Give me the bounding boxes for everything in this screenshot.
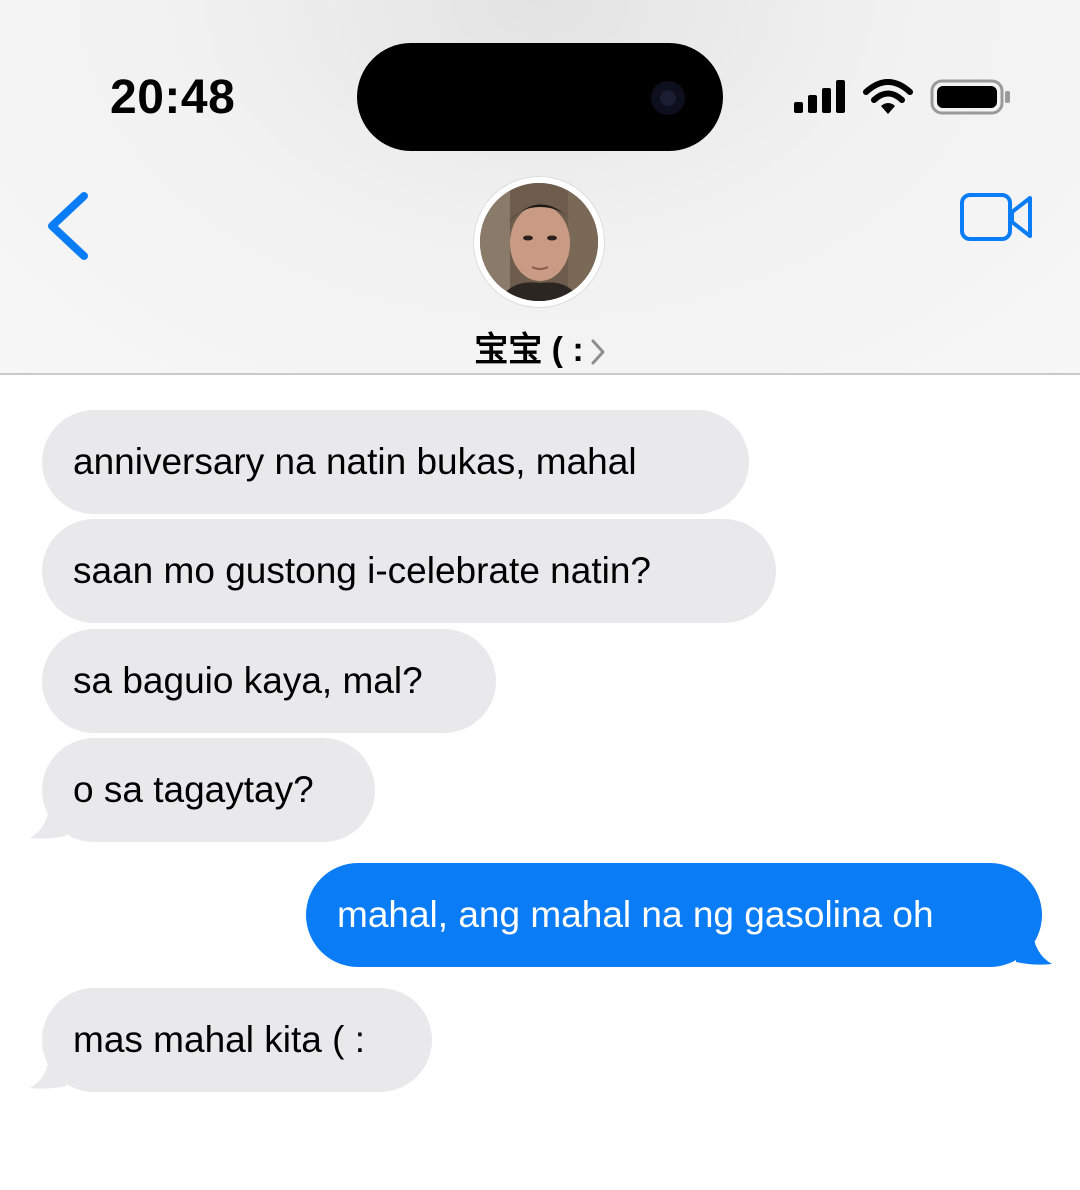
- dynamic-island: [357, 43, 723, 151]
- status-icons: [794, 79, 1010, 115]
- incoming-message[interactable]: mas mahal kita ( :: [42, 988, 432, 1092]
- incoming-message[interactable]: anniversary na natin bukas, mahal: [42, 410, 749, 514]
- avatar-photo: [480, 183, 598, 301]
- message-text: mas mahal kita ( :: [73, 1019, 365, 1060]
- contact-name: 宝宝 ( :: [474, 331, 584, 369]
- signal-icon: [794, 80, 845, 113]
- back-chevron-icon[interactable]: [40, 188, 100, 268]
- battery-icon: [930, 79, 1010, 115]
- conversation-header: 20:48 宝宝 (:: [0, 0, 1080, 375]
- message-text: saan mo gustong i-celebrate natin?: [73, 550, 651, 591]
- outgoing-message[interactable]: mahal, ang mahal na ng gasolina oh: [306, 863, 1042, 967]
- incoming-message[interactable]: o sa tagaytay?: [42, 738, 375, 842]
- contact-name-row[interactable]: 宝宝 ( :: [0, 322, 1080, 371]
- chevron-right-icon: [591, 339, 605, 365]
- incoming-message[interactable]: sa baguio kaya, mal?: [42, 629, 496, 733]
- message-text: sa baguio kaya, mal?: [73, 660, 423, 701]
- message-text: anniversary na natin bukas, mahal: [73, 441, 637, 482]
- front-camera-icon: [651, 81, 685, 115]
- wifi-icon: [863, 79, 913, 114]
- message-text: o sa tagaytay?: [73, 769, 314, 810]
- incoming-message[interactable]: saan mo gustong i-celebrate natin?: [42, 519, 776, 623]
- message-text: mahal, ang mahal na ng gasolina oh: [337, 894, 934, 935]
- contact-avatar[interactable]: [474, 177, 604, 307]
- video-camera-icon[interactable]: [958, 190, 1036, 246]
- status-time: 20:48: [110, 71, 236, 124]
